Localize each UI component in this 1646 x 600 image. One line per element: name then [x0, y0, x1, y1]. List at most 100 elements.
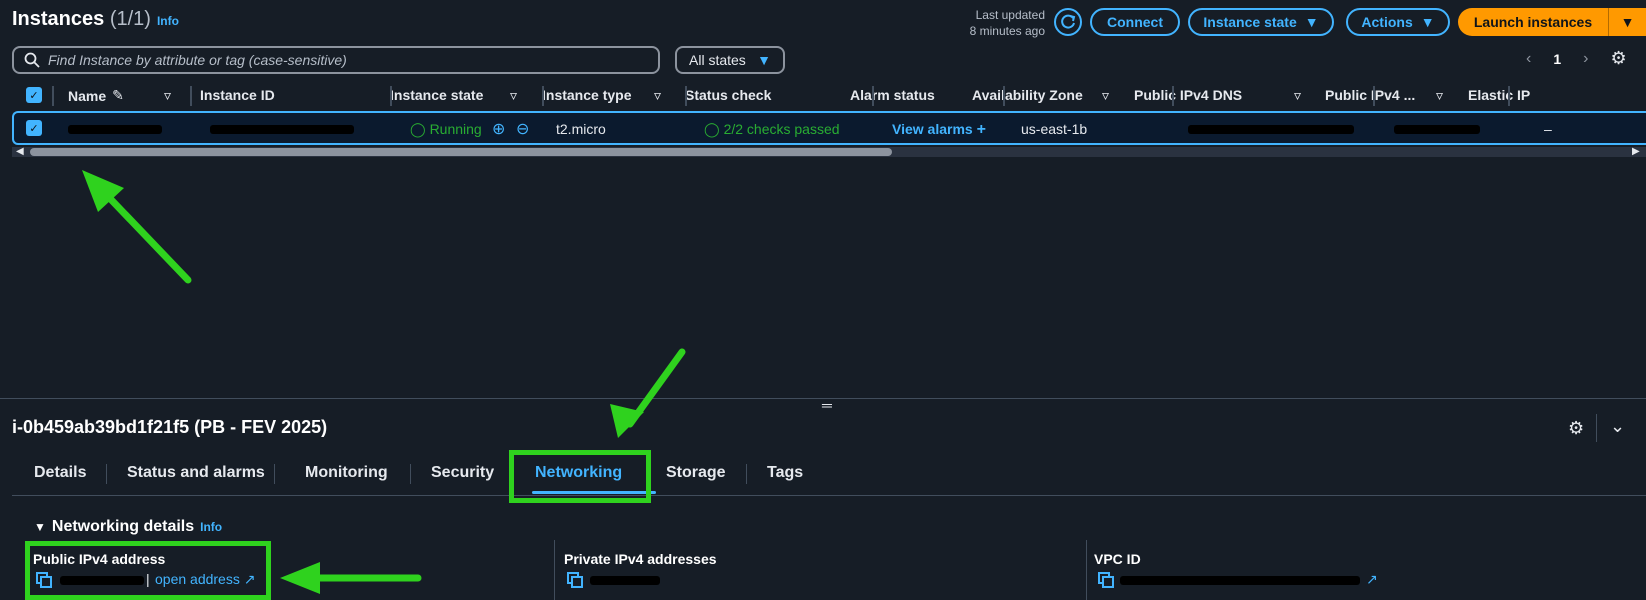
annotation-arrow-networking — [626, 348, 686, 428]
tab-security[interactable]: Security — [431, 464, 494, 482]
availability-zone: us-east-1b — [1021, 121, 1088, 137]
table-row[interactable]: ✓ ◯ Running ⊕ ⊖ t2.micro ◯ 2/2 checks pa… — [12, 111, 1646, 145]
tab-status-and-alarms[interactable]: Status and alarms — [127, 464, 265, 482]
column-separator — [1086, 540, 1087, 600]
tab-divider — [106, 464, 107, 484]
column-availability-zone[interactable]: Availability Zone — [972, 87, 1083, 103]
page-number[interactable]: 1 — [1553, 51, 1561, 67]
zoom-out-icon[interactable]: ⊖ — [516, 119, 529, 139]
column-divider[interactable] — [872, 86, 874, 106]
status-check: ◯ 2/2 checks passed — [704, 121, 840, 137]
zoom-in-icon[interactable]: ⊕ — [492, 119, 505, 139]
redacted-public-ip — [1394, 125, 1480, 134]
external-link-icon[interactable]: ↗ — [1366, 571, 1378, 588]
copy-icon[interactable] — [567, 572, 583, 588]
column-public-ipv4-dns[interactable]: Public IPv4 DNS — [1134, 87, 1242, 103]
column-divider[interactable] — [1172, 86, 1174, 106]
select-all-checkbox[interactable]: ✓ — [26, 87, 42, 103]
next-page-icon[interactable]: › — [1583, 50, 1588, 68]
instance-state-button[interactable]: Instance state ▼ — [1188, 8, 1334, 36]
column-public-ipv4[interactable]: Public IPv4 ... — [1325, 87, 1415, 103]
sort-icon[interactable]: ▿ — [1102, 87, 1109, 104]
column-divider[interactable] — [1508, 86, 1510, 106]
search-icon — [24, 52, 40, 68]
refresh-icon — [1061, 14, 1076, 29]
search-field[interactable] — [12, 46, 660, 74]
caret-down-icon: ▼ — [1304, 14, 1319, 30]
column-instance-id[interactable]: Instance ID — [200, 87, 275, 103]
column-divider[interactable] — [685, 86, 687, 106]
launch-dropdown-caret-icon[interactable]: ▼ — [1608, 8, 1646, 36]
page-title: Instances (1/1) Info — [12, 8, 179, 30]
instance-type: t2.micro — [556, 121, 606, 137]
column-alarm-status[interactable]: Alarm status — [850, 87, 935, 103]
collapse-chevron-icon[interactable]: ⌄ — [1610, 416, 1625, 437]
column-separator — [554, 540, 555, 600]
check-circle-icon: ◯ — [410, 121, 426, 137]
refresh-button[interactable] — [1054, 8, 1082, 36]
sort-icon[interactable]: ▿ — [164, 87, 171, 104]
redacted-name — [68, 125, 162, 134]
vpc-id-label: VPC ID — [1094, 551, 1141, 567]
tab-tags[interactable]: Tags — [767, 464, 803, 482]
detail-tabs: Details Status and alarms Monitoring Sec… — [12, 452, 1646, 496]
annotation-arrow-scrollbar — [96, 184, 192, 284]
redacted-private-ip — [590, 576, 660, 585]
column-name[interactable]: Name ✎ — [68, 87, 124, 104]
arrowhead — [610, 404, 644, 438]
column-divider[interactable] — [190, 86, 192, 106]
settings-icon[interactable]: ⚙ — [1610, 48, 1626, 69]
scrollbar-thumb[interactable] — [30, 148, 892, 156]
copy-icon[interactable] — [1098, 572, 1114, 588]
networking-details-header[interactable]: ▼ Networking details Info — [34, 518, 222, 536]
column-instance-type[interactable]: Instance type — [542, 87, 631, 103]
last-updated-text: Last updated 8 minutes ago — [969, 8, 1045, 38]
column-elastic-ip[interactable]: Elastic IP — [1468, 87, 1530, 103]
search-input[interactable] — [48, 52, 658, 68]
redacted-instance-id[interactable] — [210, 125, 354, 134]
column-instance-state[interactable]: Instance state — [390, 87, 483, 103]
divider — [1596, 414, 1597, 442]
caret-down-icon: ▼ — [34, 520, 46, 534]
arrowhead — [82, 170, 124, 212]
instance-state: ◯ Running — [410, 121, 482, 137]
column-status-check[interactable]: Status check — [685, 87, 771, 103]
actions-button[interactable]: Actions ▼ — [1346, 8, 1450, 36]
scroll-left-icon[interactable]: ◀ — [16, 146, 24, 157]
tab-storage[interactable]: Storage — [666, 464, 726, 482]
state-filter-select[interactable]: All states ▼ — [675, 46, 785, 74]
column-divider[interactable] — [542, 86, 544, 106]
column-divider[interactable] — [1003, 86, 1005, 106]
elastic-ip: – — [1544, 121, 1552, 137]
prev-page-icon[interactable]: ‹ — [1526, 50, 1531, 68]
view-alarms-link[interactable]: View alarms + — [892, 121, 986, 139]
caret-down-icon: ▼ — [1420, 14, 1435, 30]
sort-icon[interactable]: ▿ — [510, 87, 517, 104]
check-circle-icon: ◯ — [704, 121, 720, 137]
sort-icon[interactable]: ▿ — [1436, 87, 1443, 104]
detail-title: i-0b459ab39bd1f21f5 (PB - FEV 2025) — [12, 417, 328, 437]
connect-button[interactable]: Connect — [1090, 8, 1180, 36]
launch-instances-button[interactable]: Launch instances ▼ — [1458, 8, 1646, 36]
tab-monitoring[interactable]: Monitoring — [305, 464, 388, 482]
annotation-box-public-ipv4 — [25, 541, 271, 600]
plus-icon[interactable]: + — [977, 121, 986, 138]
tab-divider — [746, 464, 747, 484]
redacted-public-dns — [1188, 125, 1354, 134]
column-divider[interactable] — [390, 86, 392, 106]
settings-icon[interactable]: ⚙ — [1568, 418, 1584, 439]
redacted-vpc-id[interactable] — [1120, 576, 1360, 585]
scroll-right-icon[interactable]: ▶ — [1632, 146, 1640, 157]
arrowhead — [280, 562, 320, 594]
tab-details[interactable]: Details — [34, 464, 86, 482]
resize-handle-icon[interactable]: ═ — [822, 397, 832, 413]
row-checkbox[interactable]: ✓ — [26, 120, 42, 136]
sort-icon[interactable]: ▿ — [1294, 87, 1301, 104]
column-divider[interactable] — [52, 86, 54, 106]
sort-icon[interactable]: ▿ — [654, 87, 661, 104]
table-header: ✓ Name ✎ ▿ Instance ID Instance state ▿ I… — [12, 82, 1646, 108]
private-ipv4-label: Private IPv4 addresses — [564, 551, 717, 567]
info-link[interactable]: Info — [157, 14, 179, 28]
info-link[interactable]: Info — [200, 520, 222, 534]
column-divider[interactable] — [1373, 86, 1375, 106]
